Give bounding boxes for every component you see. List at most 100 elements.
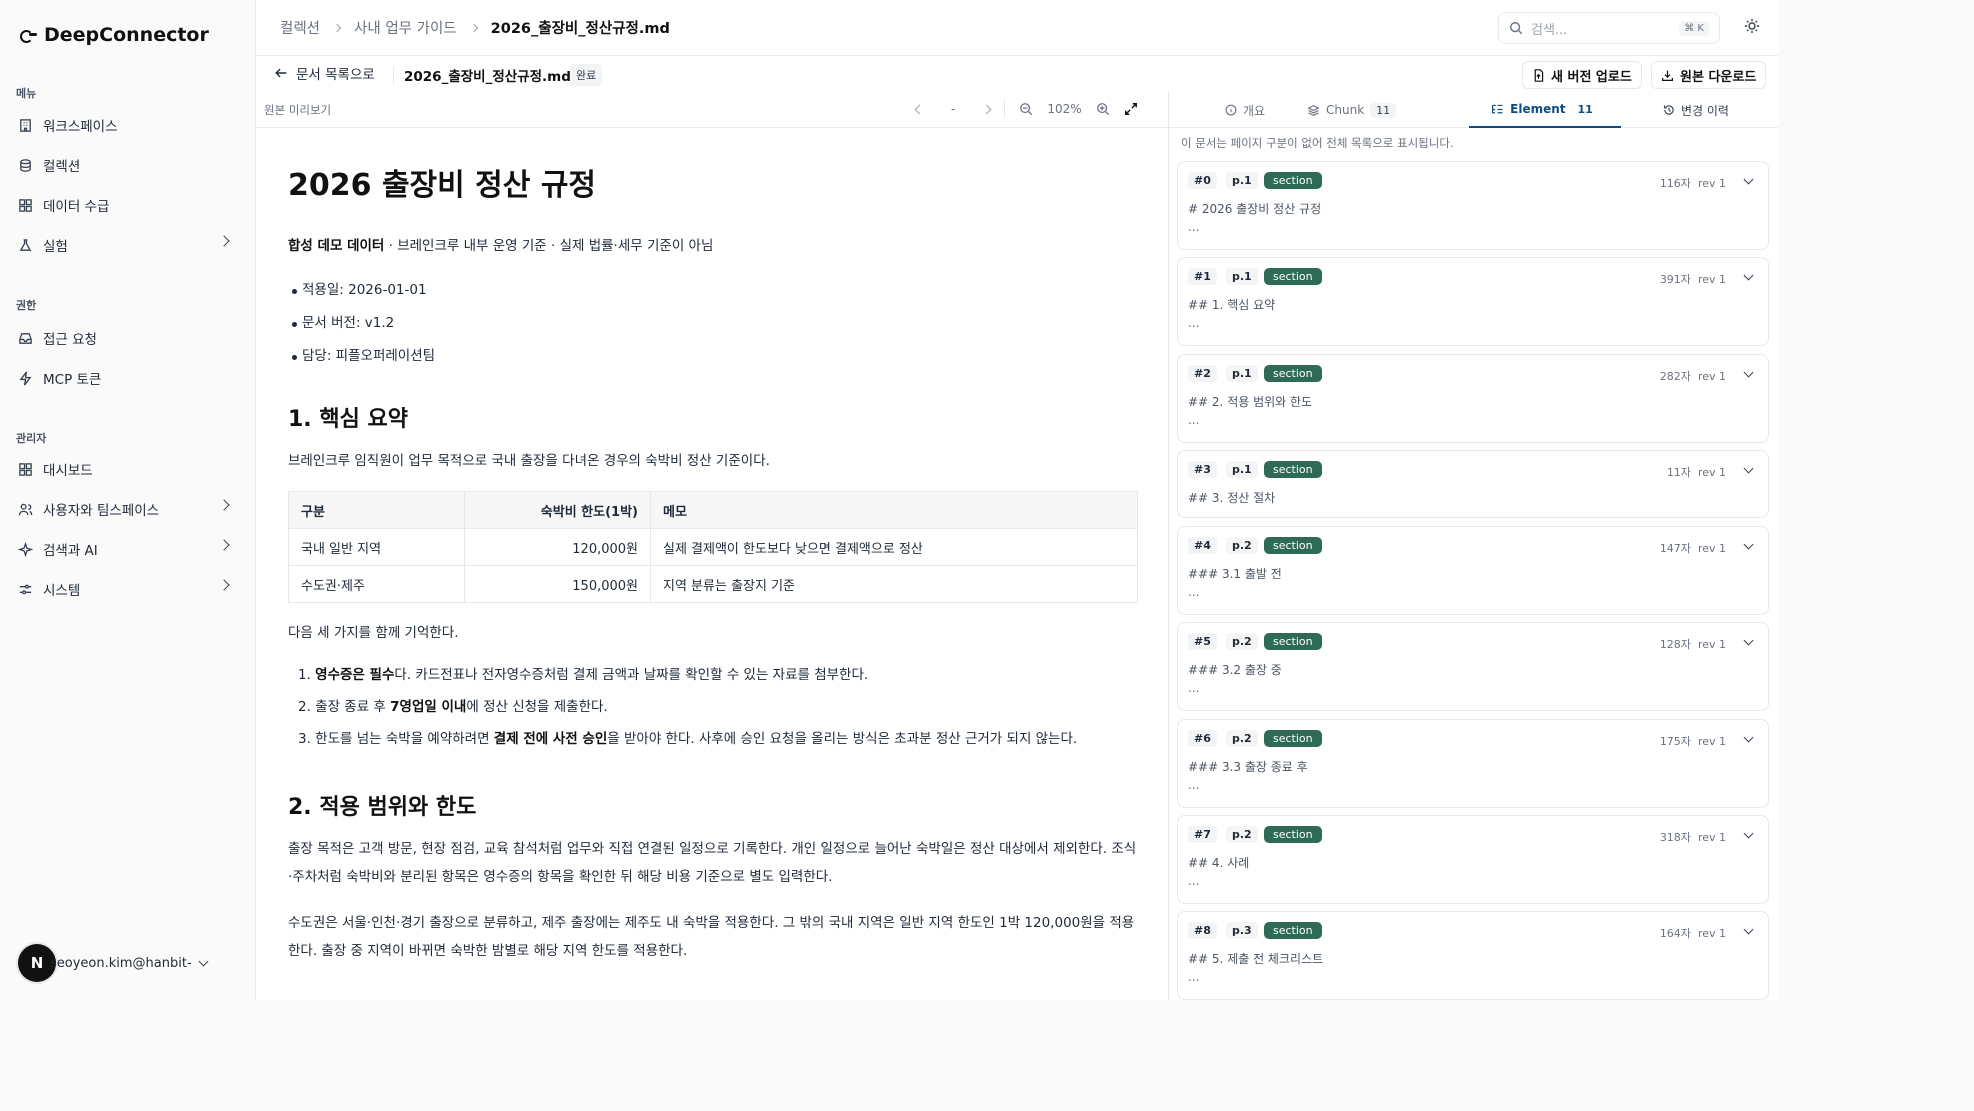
chevron-down-icon[interactable] (1743, 463, 1754, 474)
chevron-down-icon[interactable] (1743, 539, 1754, 550)
breadcrumb-item-collection[interactable]: 컬렉션 (280, 17, 320, 38)
chevron-down-icon[interactable] (1743, 924, 1754, 935)
zoom-out-icon[interactable] (1019, 102, 1033, 116)
chevron-right-icon[interactable] (981, 104, 992, 114)
chevron-down-icon[interactable] (1743, 635, 1754, 646)
document-title: 2026 출장비 정산 규정 (288, 168, 597, 203)
back-to-list-button[interactable]: 문서 목록으로 (274, 63, 375, 83)
sidebar-item-system[interactable]: 시스템 (10, 572, 242, 606)
sidebar-item-access-request[interactable]: 접근 요청 (10, 321, 242, 355)
list-item: 적용일: 2026-01-01 (288, 274, 1138, 307)
element-index: #0 (1188, 172, 1217, 189)
element-type-badge: section (1264, 730, 1322, 747)
sidebar-item-experiment[interactable]: 실험 (10, 228, 242, 262)
sidebar-item-users-teamspace[interactable]: 사용자와 팀스페이스 (10, 492, 242, 526)
document-content: 2026 출장비 정산 규정 합성 데모 데이터 · 브레인크루 내부 운영 기… (288, 160, 1138, 965)
element-card[interactable]: #5 p.2 section 128자 rev 1 ### 3.2 출장 중... (1177, 622, 1769, 711)
chevron-down-icon[interactable] (1743, 367, 1754, 378)
arrow-left-icon (275, 68, 287, 78)
element-card[interactable]: #0 p.1 section 116자 rev 1 # 2026 출장비 정산 규정..… (1177, 161, 1769, 250)
brand-logo[interactable]: DeepConnector (20, 24, 209, 46)
element-text: ## 4. 사례 (1188, 856, 1250, 870)
element-card[interactable]: #3 p.1 section 11자 rev 1 ## 3. 정산 절차 (1177, 450, 1769, 518)
download-original-button[interactable]: 원본 다운로드 (1651, 61, 1767, 89)
subtitle-rest: · 브레인크루 내부 운영 기준 · 실제 법률·세무 기준이 아님 (384, 238, 714, 254)
element-text: ### 3.1 출발 전 (1188, 567, 1282, 581)
history-icon (1663, 105, 1674, 115)
element-meta: 128자 rev 1 (1660, 636, 1726, 652)
sun-icon[interactable] (1744, 18, 1760, 34)
element-meta: 175자 rev 1 (1660, 733, 1726, 749)
viewer-toolbar: 원본 미리보기 - 102% (256, 92, 1168, 128)
sidebar-item-mcp-token[interactable]: MCP 토큰 (10, 361, 242, 395)
element-card[interactable]: #6 p.2 section 175자 rev 1 ### 3.3 출장 종료 후... (1177, 719, 1769, 808)
users-icon (18, 503, 33, 515)
element-ellipsis: ... (1188, 681, 1200, 695)
element-type-badge: section (1264, 365, 1322, 382)
search-input[interactable]: 검색... ⌘ K (1498, 12, 1720, 44)
chevron-down-icon[interactable] (1743, 732, 1754, 743)
sidebar-item-dashboard[interactable]: 대시보드 (10, 452, 242, 486)
panel-tabs: 개요 Chunk 11 Element 11 변경 이력 (1169, 92, 1778, 128)
sidebar-item-label: 접근 요청 (43, 332, 97, 348)
sidebar-item-collection[interactable]: 컬렉션 (10, 148, 242, 182)
top-bar: 컬렉션 사내 업무 가이드 2026_출장비_정산규정.md 검색... ⌘ K (256, 0, 1778, 56)
chevron-down-icon (198, 956, 209, 966)
tab-count: 11 (1577, 102, 1593, 116)
element-card[interactable]: #7 p.2 section 318자 rev 1 ## 4. 사례... (1177, 815, 1769, 904)
element-index: #3 (1188, 461, 1217, 478)
flask-icon (19, 238, 32, 251)
search-shortcut: ⌘ K (1679, 20, 1709, 36)
user-menu[interactable]: N seoyeon.kim@hanbit-de... (18, 944, 244, 982)
upload-new-version-button[interactable]: 새 버전 업로드 (1522, 61, 1642, 89)
element-type-badge: section (1264, 537, 1322, 554)
nav-group-label-permission: 권한 (16, 299, 37, 312)
element-rev: rev 1 (1697, 273, 1726, 286)
element-card[interactable]: #1 p.1 section 391자 rev 1 ## 1. 핵심 요약... (1177, 257, 1769, 346)
chevron-down-icon[interactable] (1743, 270, 1754, 281)
paragraph: 출장 목적은 고객 방문, 현장 점검, 교육 참석처럼 업무와 직접 연결된 … (288, 841, 1137, 885)
tab-label: Chunk (1326, 103, 1365, 117)
chevron-down-icon[interactable] (1743, 174, 1754, 185)
element-ellipsis: ... (1188, 220, 1200, 234)
table-cell: 150,000원 (464, 565, 651, 603)
element-rev: rev 1 (1697, 735, 1726, 748)
element-rev: rev 1 (1697, 927, 1726, 940)
tab-element[interactable]: Element 11 (1469, 92, 1621, 128)
meta-list: 적용일: 2026-01-01 문서 버전: v1.2 담당: 피플오퍼레이션팀 (288, 274, 1138, 373)
chevron-left-icon[interactable] (914, 104, 925, 114)
paragraph: 다음 세 가지를 함께 기억한다. (288, 625, 459, 641)
element-card[interactable]: #2 p.1 section 282자 rev 1 ## 2. 적용 범위와 한도... (1177, 354, 1769, 443)
section-heading: 2. 적용 범위와 한도 (288, 795, 477, 820)
list-item: 담당: 피플오퍼레이션팀 (288, 340, 1138, 373)
breadcrumb-item-guide[interactable]: 사내 업무 가이드 (354, 17, 457, 38)
element-type-badge: section (1264, 826, 1322, 843)
sidebar-item-search-ai[interactable]: 검색과 AI (10, 532, 242, 566)
element-text: ## 2. 적용 범위와 한도 (1188, 395, 1313, 409)
divider (393, 66, 394, 84)
chevron-down-icon[interactable] (1743, 828, 1754, 839)
tab-chunk[interactable]: Chunk 11 (1307, 92, 1397, 128)
expand-icon[interactable] (1124, 102, 1138, 116)
sidebar-item-workspace[interactable]: 워크스페이스 (10, 108, 242, 142)
sidebar-item-data-ingest[interactable]: 데이터 수급 (10, 188, 242, 222)
tab-overview[interactable]: 개요 (1225, 92, 1265, 128)
brand-name: DeepConnector (44, 24, 209, 46)
zoom-in-icon[interactable] (1096, 102, 1110, 116)
element-meta: 282자 rev 1 (1660, 368, 1726, 384)
element-text: # 2026 출장비 정산 규정 (1188, 202, 1322, 216)
tab-history[interactable]: 변경 이력 (1663, 92, 1729, 128)
element-index: #7 (1188, 826, 1217, 843)
element-card[interactable]: #4 p.2 section 147자 rev 1 ### 3.1 출발 전... (1177, 526, 1769, 615)
element-page: p.3 (1226, 922, 1258, 939)
table-row: 수도권·제주 150,000원 지역 분류는 출장지 기준 (288, 565, 1138, 603)
download-icon (1662, 70, 1673, 81)
rule-bold: 7영업일 이내 (390, 699, 467, 715)
element-card[interactable]: #8 p.3 section 164자 rev 1 ## 5. 제출 전 체크리스트..… (1177, 911, 1769, 1000)
element-chars: 318자 (1659, 831, 1691, 844)
element-page: p.2 (1226, 826, 1258, 843)
element-index: #4 (1188, 537, 1217, 554)
rule-text: 을 받아야 한다. 사후에 승인 요청을 올리는 방식은 초과분 정산 근거가 … (607, 731, 1078, 747)
list-tree-icon (1492, 104, 1503, 113)
file-upload-icon (1534, 68, 1544, 82)
